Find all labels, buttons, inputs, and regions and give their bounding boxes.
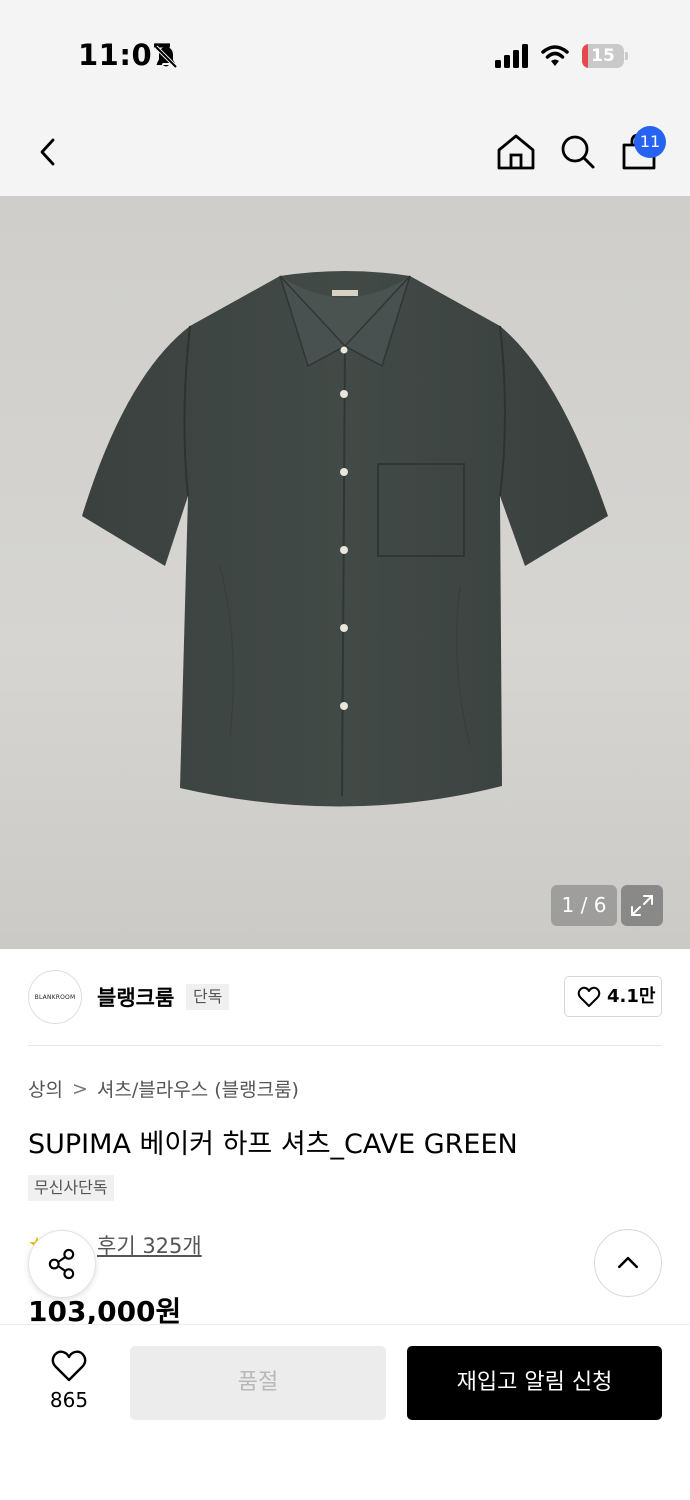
breadcrumb-subcategory[interactable]: 셔츠/블라우스 (블랭크룸) bbox=[97, 1075, 299, 1102]
breadcrumb: 상의 > 셔츠/블라우스 (블랭크룸) bbox=[28, 1075, 299, 1102]
back-icon[interactable] bbox=[27, 130, 71, 174]
brand-like-button[interactable]: 4.1만 bbox=[564, 976, 662, 1017]
review-count-link[interactable]: 후기 325개 bbox=[97, 1230, 202, 1260]
cellular-signal-icon bbox=[495, 44, 528, 68]
breadcrumb-separator: > bbox=[71, 1077, 88, 1100]
exclusive-badge: 무신사단독 bbox=[28, 1175, 114, 1201]
image-counter: 1 / 6 bbox=[551, 885, 617, 926]
search-icon[interactable] bbox=[556, 130, 600, 174]
top-nav-bar bbox=[0, 110, 690, 196]
brand-exclusive-badge: 단독 bbox=[186, 984, 230, 1010]
wifi-icon bbox=[541, 45, 569, 66]
product-image-gallery[interactable] bbox=[0, 196, 690, 949]
heart-icon bbox=[577, 986, 601, 1007]
home-icon[interactable] bbox=[494, 130, 538, 174]
restock-alert-button[interactable]: 재입고 알림 신청 bbox=[407, 1346, 662, 1420]
soldout-button: 품절 bbox=[130, 1346, 386, 1420]
section-divider bbox=[28, 1045, 662, 1046]
share-icon[interactable] bbox=[28, 1230, 96, 1298]
brand-like-count: 4.1만 bbox=[607, 986, 656, 1007]
battery-icon: 15 bbox=[582, 44, 628, 68]
expand-icon[interactable] bbox=[621, 885, 663, 926]
brand-name[interactable]: 블랭크룸 bbox=[97, 982, 174, 1012]
product-photo-shirt bbox=[82, 271, 608, 807]
wishlist-heart-icon[interactable] bbox=[50, 1348, 88, 1384]
chevron-up-icon[interactable] bbox=[594, 1229, 662, 1297]
bell-muted-icon bbox=[154, 45, 178, 69]
status-bar: 11:07 15 bbox=[0, 0, 690, 110]
battery-percent: 15 bbox=[591, 46, 615, 66]
breadcrumb-category[interactable]: 상의 bbox=[28, 1075, 63, 1102]
product-title: SUPIMA 베이커 하프 셔츠_CAVE GREEN bbox=[28, 1129, 518, 1160]
cart-count-badge: 11 bbox=[634, 126, 666, 158]
brand-logo[interactable]: BLANKROOM bbox=[28, 970, 82, 1024]
wishlist-count: 865 bbox=[49, 1388, 89, 1412]
